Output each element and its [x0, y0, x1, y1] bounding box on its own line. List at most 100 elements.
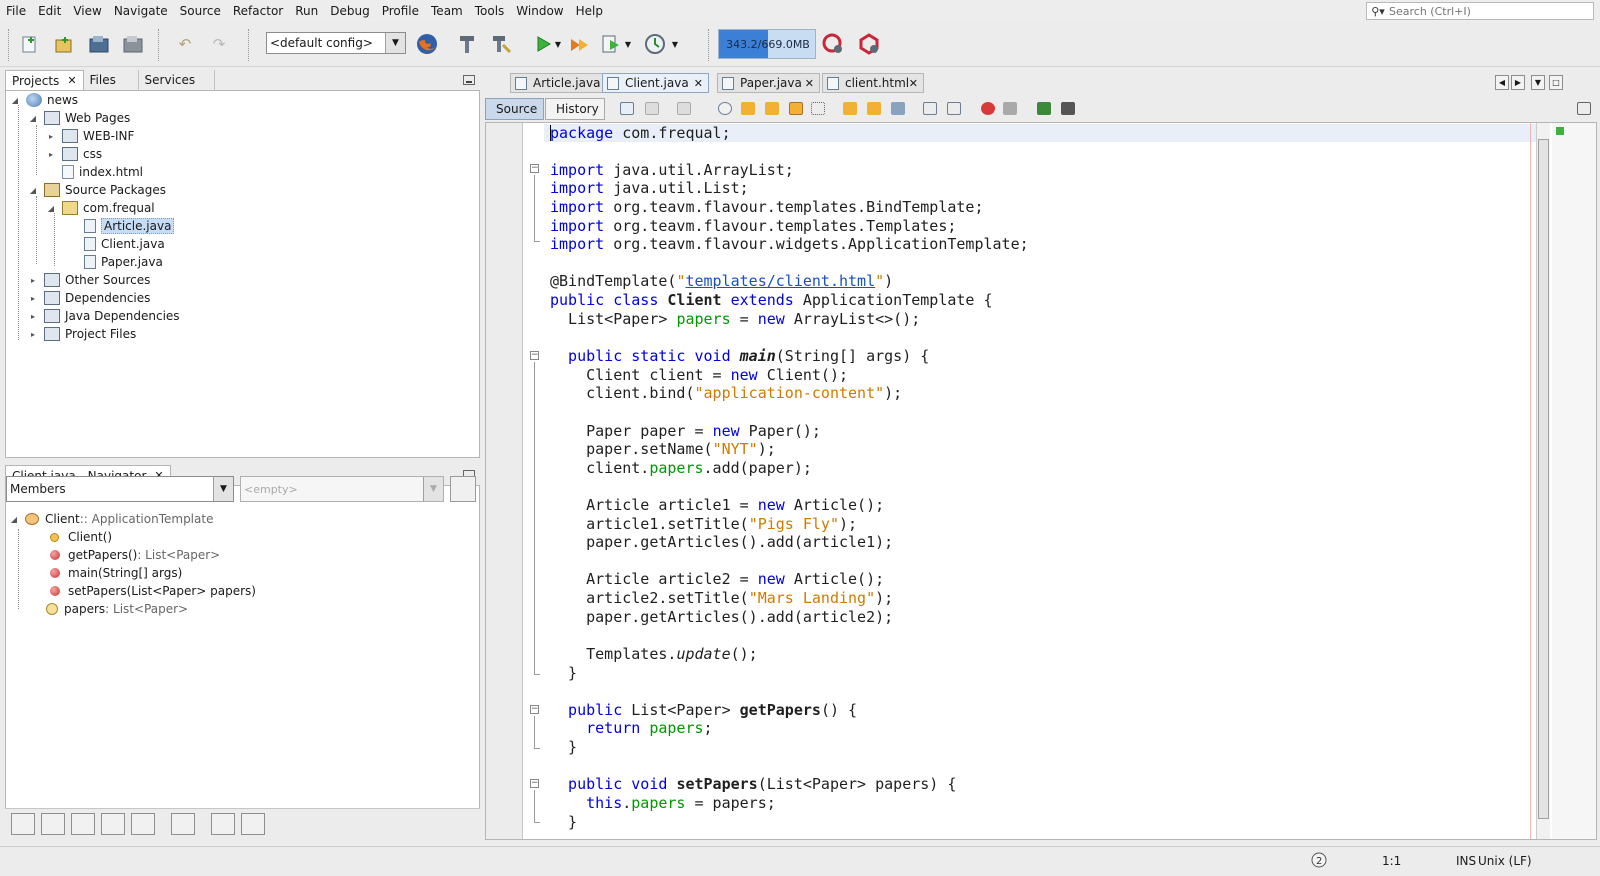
collapse-toggle-icon[interactable]: ▸	[28, 275, 38, 285]
code-line-7[interactable]: import org.teavm.flavour.widgets.Applica…	[550, 235, 1029, 253]
previous-bookmark-icon[interactable]	[843, 102, 857, 115]
debug-icon[interactable]	[566, 31, 592, 57]
scroll-tabs-right-icon[interactable]: ▶	[1511, 75, 1525, 90]
code-line-3[interactable]: import java.util.ArrayList;	[550, 161, 794, 179]
fold-toggle-icon[interactable]: −	[530, 705, 539, 714]
navigator-options-icon[interactable]	[450, 476, 476, 502]
fold-toggle-icon[interactable]: −	[530, 779, 539, 788]
tab-files[interactable]: Files	[84, 70, 139, 90]
menu-refactor[interactable]: Refactor	[233, 4, 290, 18]
tree-node-article-java[interactable]: Article.java	[84, 217, 175, 235]
navigator-member[interactable]: getPapers() : List<Paper>	[50, 546, 220, 564]
code-line-27[interactable]: paper.getArticles().add(article2);	[550, 608, 893, 626]
search-icon[interactable]: ⚲▾	[1367, 5, 1389, 18]
toggle-rectangular-selection-icon[interactable]	[811, 102, 825, 115]
tree-node-paper-java[interactable]: Paper.java	[84, 253, 163, 271]
tree-node-client-java[interactable]: Client.java	[84, 235, 165, 253]
next-bookmark-icon[interactable]	[867, 102, 881, 115]
show-fields-icon[interactable]	[41, 813, 65, 835]
vertical-scrollbar[interactable]	[1536, 123, 1550, 839]
code-line-22[interactable]: article1.setTitle("Pigs Fly");	[550, 515, 857, 533]
sort-by-source-icon[interactable]	[241, 813, 265, 835]
profile-dropdown-icon[interactable]: ▼	[615, 31, 641, 57]
close-icon[interactable]: ✕	[67, 74, 76, 87]
open-project-icon[interactable]	[86, 31, 112, 57]
code-line-15[interactable]: client.bind("application-content");	[550, 384, 902, 402]
navigator-member[interactable]: papers : List<Paper>	[46, 600, 188, 618]
gc-icon[interactable]	[820, 31, 846, 57]
find-selection-icon[interactable]	[718, 102, 732, 115]
code-line-13[interactable]: public static void main(String[] args) {	[550, 347, 929, 365]
stop-macro-recording-icon[interactable]	[1003, 102, 1017, 115]
find-next-icon[interactable]	[765, 102, 779, 115]
menu-profile[interactable]: Profile	[382, 4, 426, 18]
config-dropdown[interactable]: <default config> ▼	[266, 32, 406, 54]
code-editor[interactable]: − − − − 12345678910111213141516171819202…	[485, 122, 1597, 840]
close-project-icon[interactable]	[120, 31, 146, 57]
caret-position[interactable]: 1:1	[1382, 854, 1401, 868]
collapse-toggle-icon[interactable]: ▸	[28, 329, 38, 339]
code-line-19[interactable]: client.papers.add(paper);	[550, 459, 812, 477]
code-line-14[interactable]: Client client = new Client();	[550, 366, 848, 384]
menu-file[interactable]: File	[6, 4, 33, 18]
sort-by-name-icon[interactable]	[211, 813, 235, 835]
code-line-10[interactable]: public class Client extends ApplicationT…	[550, 291, 993, 309]
tree-node-dependencies[interactable]: ▸ Dependencies	[28, 289, 150, 307]
tree-node-java-dependencies[interactable]: ▸ Java Dependencies	[28, 307, 180, 325]
code-line-17[interactable]: Paper paper = new Paper();	[550, 422, 821, 440]
code-line-29[interactable]: Templates.update();	[550, 645, 758, 663]
code-line-38[interactable]: }	[550, 813, 577, 831]
expand-toggle-icon[interactable]: ◢	[9, 514, 19, 524]
close-icon[interactable]: ✕	[909, 77, 918, 90]
minimize-icon[interactable]	[463, 75, 475, 85]
code-line-36[interactable]: public void setPapers(List<Paper> papers…	[550, 775, 956, 793]
memory-usage-bar[interactable]: 343.2/669.0MB	[718, 29, 816, 59]
forward-icon[interactable]	[677, 102, 691, 115]
code-line-5[interactable]: import org.teavm.flavour.templates.BindT…	[550, 198, 983, 216]
menu-team[interactable]: Team	[431, 4, 470, 18]
last-edit-icon[interactable]	[620, 102, 634, 115]
menu-edit[interactable]: Edit	[38, 4, 68, 18]
close-icon[interactable]: ✕	[805, 77, 814, 90]
new-project-icon[interactable]	[50, 31, 76, 57]
back-icon[interactable]	[645, 102, 659, 115]
uncomment-icon[interactable]	[1061, 102, 1075, 115]
collapse-toggle-icon[interactable]: ▸	[46, 149, 56, 159]
code-line-33[interactable]: return papers;	[550, 719, 712, 737]
tab-client-html[interactable]: client.html ✕	[822, 73, 924, 93]
show-non-public-icon[interactable]	[101, 813, 125, 835]
menu-navigate[interactable]: Navigate	[114, 4, 175, 18]
maximize-window-icon[interactable]: □	[1549, 75, 1563, 90]
code-line-21[interactable]: Article article1 = new Article();	[550, 496, 884, 514]
scroll-tabs-left-icon[interactable]: ◀	[1495, 75, 1509, 90]
expand-toggle-icon[interactable]: ◢	[46, 203, 56, 213]
tree-node-index-html[interactable]: index.html	[62, 163, 143, 181]
collapse-toggle-icon[interactable]: ▸	[28, 311, 38, 321]
source-tab[interactable]: Source	[485, 98, 544, 120]
code-line-30[interactable]: }	[550, 664, 577, 682]
firefox-icon[interactable]	[414, 31, 440, 57]
expand-toggle-icon[interactable]: ◢	[28, 185, 38, 195]
shift-left-icon[interactable]	[923, 102, 937, 115]
collapse-toggle-icon[interactable]: ▸	[46, 131, 56, 141]
navigator-member[interactable]: main(String[] args)	[50, 564, 182, 582]
tree-node-source-packages[interactable]: ◢ Source Packages	[28, 181, 166, 199]
menu-source[interactable]: Source	[180, 4, 228, 18]
show-static-icon[interactable]	[71, 813, 95, 835]
start-macro-recording-icon[interactable]	[981, 102, 995, 115]
toggle-bookmark-icon[interactable]	[891, 102, 905, 115]
navigator-member[interactable]: Client()	[48, 528, 112, 546]
search-input[interactable]	[1389, 4, 1589, 18]
code-line-32[interactable]: public List<Paper> getPapers() {	[550, 701, 857, 719]
tree-node-project-files[interactable]: ▸ Project Files	[28, 325, 136, 343]
tab-paper-java[interactable]: Paper.java ✕	[717, 73, 820, 93]
shift-right-icon[interactable]	[947, 102, 961, 115]
tree-node-web-inf[interactable]: ▸ WEB-INF	[46, 127, 134, 145]
redo-icon[interactable]: ↷	[206, 31, 232, 57]
menu-debug[interactable]: Debug	[330, 4, 376, 18]
collapse-toggle-icon[interactable]: ▸	[28, 293, 38, 303]
secondary-filter-dropdown[interactable]: <empty> ▼	[240, 476, 444, 502]
tree-node-com-frequal[interactable]: ◢ com.frequal	[46, 199, 155, 217]
show-fqn-icon[interactable]	[171, 813, 195, 835]
comment-icon[interactable]	[1037, 102, 1051, 115]
